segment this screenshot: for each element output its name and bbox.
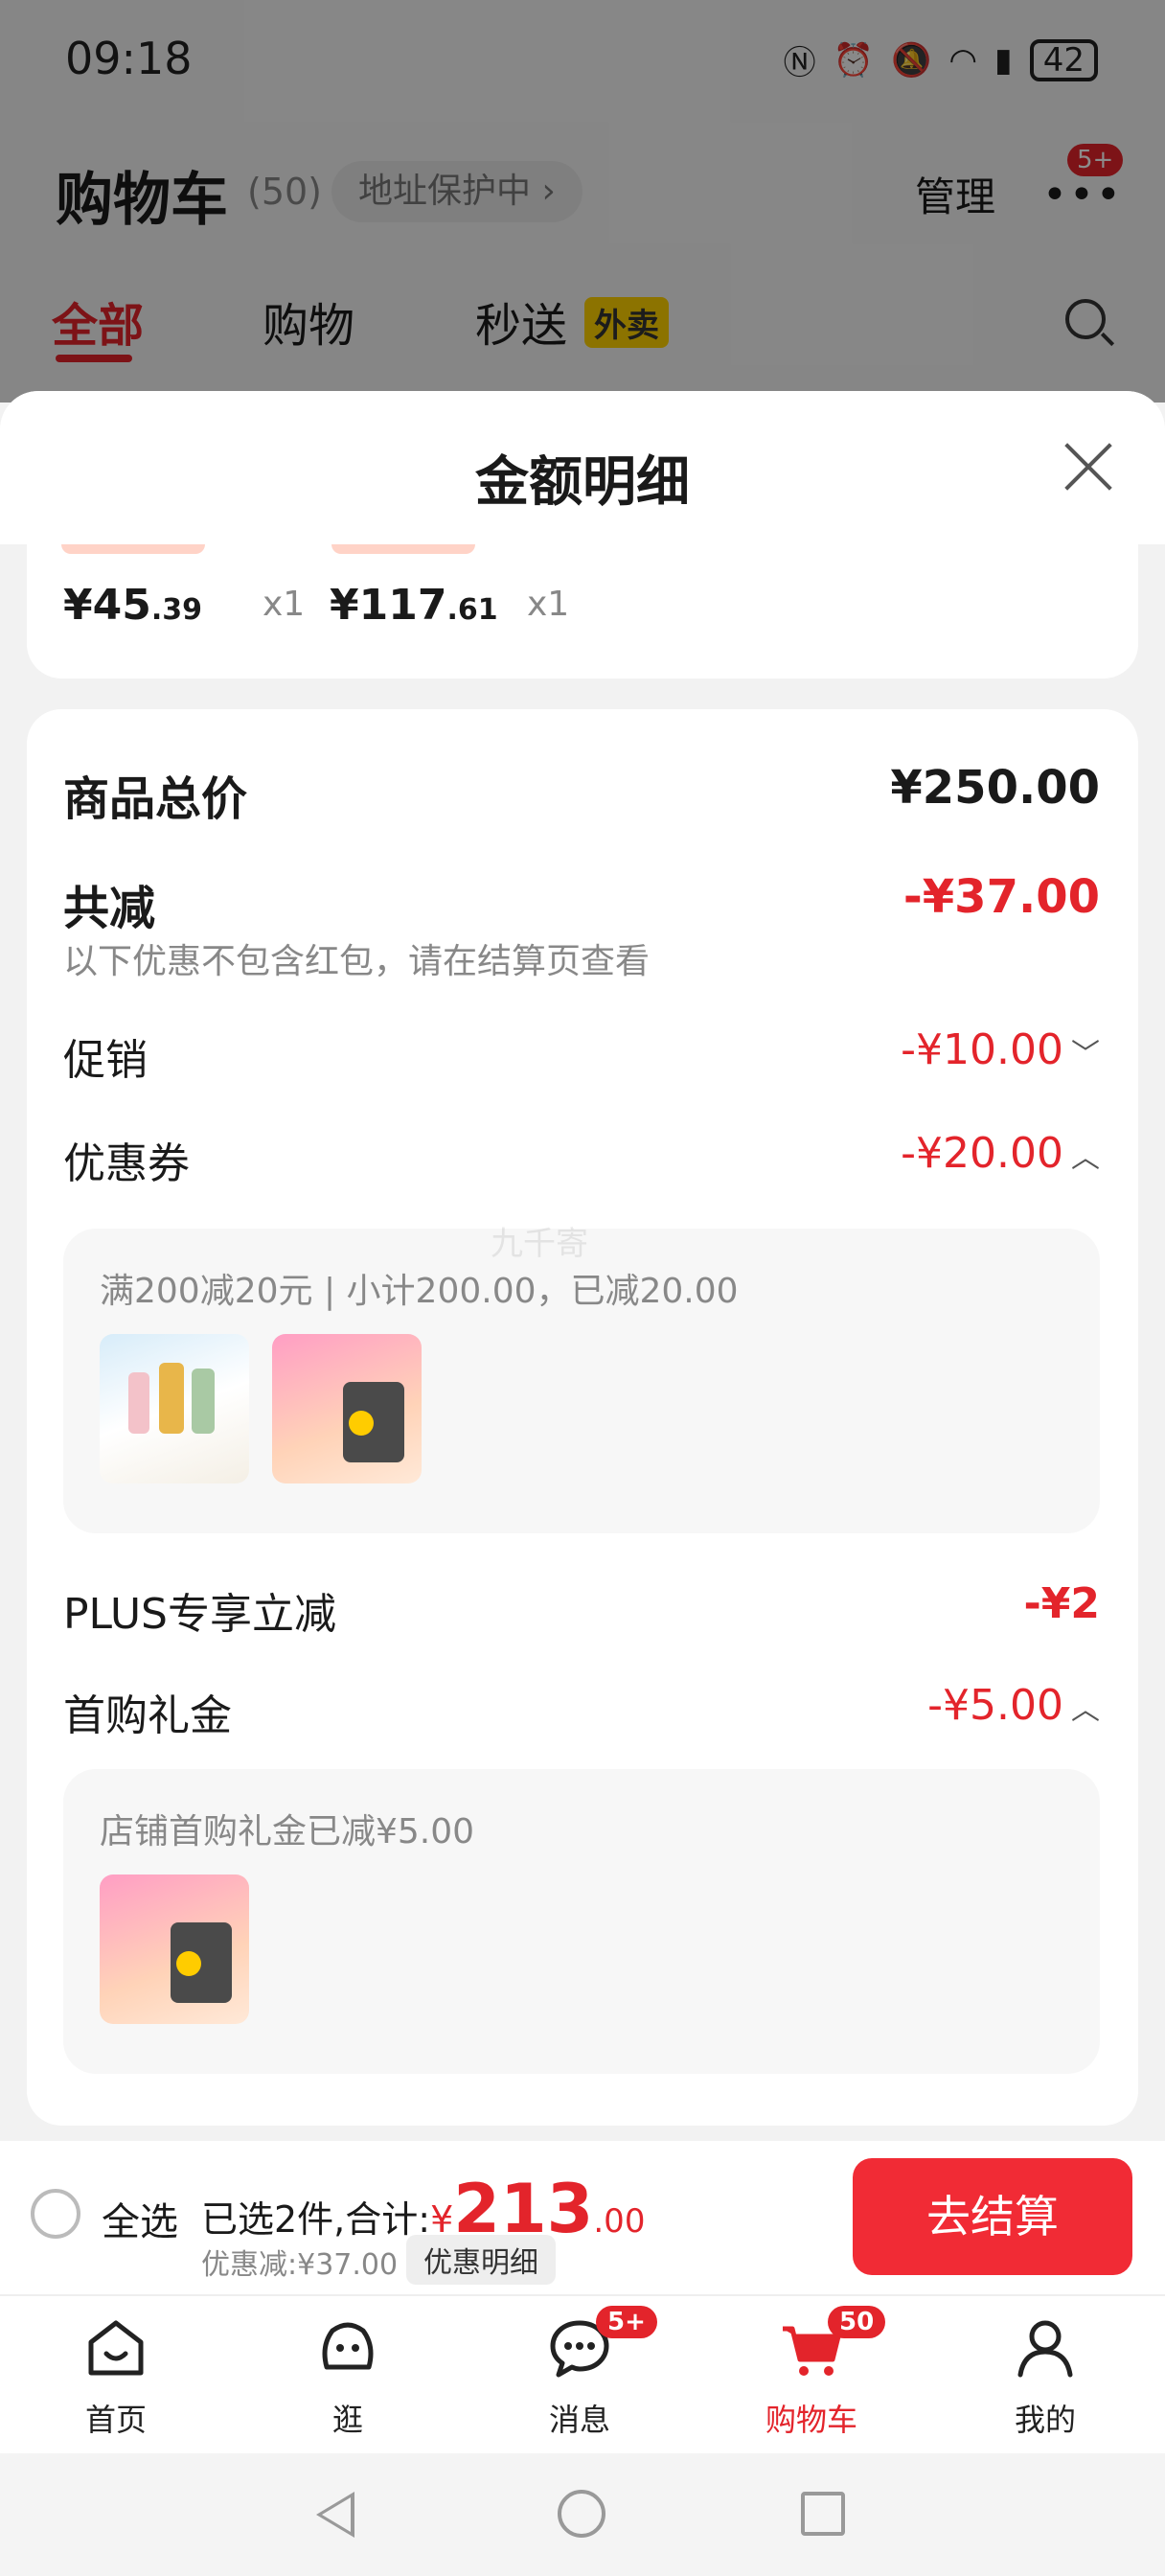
promo-label: 促销 xyxy=(63,1036,148,1085)
nav-profile[interactable]: 我的 xyxy=(973,2313,1117,2440)
home-icon xyxy=(88,2320,144,2376)
selected-items-card: ¥45.39 x1 ¥117.61 x1 xyxy=(27,544,1138,678)
gift-detail-box: 店铺首购礼金已减¥5.00 xyxy=(63,1769,1100,2074)
chevron-up-icon: ︿ xyxy=(1071,1141,1100,1175)
back-icon[interactable] xyxy=(316,2492,354,2538)
messages-badge: 5+ xyxy=(596,2306,657,2338)
bottle-shape xyxy=(192,1368,215,1434)
coupon-detail-box: 满200减20元 | 小计200.00，已减20.00 xyxy=(63,1229,1100,1533)
product-thumbnail-haircare[interactable] xyxy=(100,1334,249,1484)
reduce-row: 共减 -¥37.00 xyxy=(63,870,1100,937)
item-price: ¥117.61 xyxy=(330,581,498,630)
bottle-shape xyxy=(159,1363,184,1434)
item-thumb-peek xyxy=(61,544,205,554)
total-value: ¥250.00 xyxy=(890,761,1100,815)
item-price: ¥45.39 xyxy=(63,581,203,630)
nav-messages[interactable]: 5+ 消息 xyxy=(508,2306,657,2440)
cart-badge: 50 xyxy=(828,2306,886,2338)
recent-apps-icon[interactable] xyxy=(801,2492,845,2536)
oil-can-shape xyxy=(171,1922,232,2003)
close-icon[interactable] xyxy=(1062,439,1115,493)
system-navigation-bar xyxy=(0,2453,1165,2576)
gift-row[interactable]: 首购礼金 -¥5.00 ︿ xyxy=(63,1681,1100,1748)
sheet-header: 金额明细 xyxy=(0,391,1165,544)
browse-face-icon xyxy=(322,2322,374,2370)
gift-value: -¥5.00 ︿ xyxy=(927,1681,1100,1730)
plus-label: PLUS专享立减 xyxy=(63,1590,336,1639)
promo-row[interactable]: 促销 -¥10.00 ﹀ xyxy=(63,1025,1100,1092)
reduce-label: 共减 xyxy=(63,882,156,935)
nav-profile-label: 我的 xyxy=(1014,2402,1076,2438)
gift-label: 首购礼金 xyxy=(63,1691,232,1740)
coupon-value: -¥20.00 ︿ xyxy=(901,1129,1100,1178)
discount-detail-button[interactable]: 优惠明细 xyxy=(406,2235,556,2285)
discount-summary: 优惠减:¥37.00 xyxy=(201,2248,399,2282)
nav-cart[interactable]: 50 购物车 xyxy=(740,2306,886,2440)
bottle-shape xyxy=(128,1372,149,1434)
coupon-label: 优惠券 xyxy=(63,1139,190,1188)
chevron-up-icon: ︿ xyxy=(1071,1693,1100,1727)
plus-row: PLUS专享立减 -¥2 xyxy=(63,1579,1100,1646)
product-thumbnail-motor-oil[interactable] xyxy=(272,1334,422,1484)
oil-can-shape xyxy=(343,1382,404,1462)
coupon-row[interactable]: 优惠券 -¥20.00 ︿ xyxy=(63,1129,1100,1196)
modal-overlay[interactable] xyxy=(0,0,1165,402)
item-qty: x1 xyxy=(527,585,570,624)
select-all-label[interactable]: 全选 xyxy=(102,2191,178,2246)
reduce-value: -¥37.00 xyxy=(902,870,1100,924)
nav-cart-label: 购物车 xyxy=(765,2402,857,2438)
nav-home[interactable]: 首页 xyxy=(44,2313,188,2440)
sheet-title: 金额明细 xyxy=(475,451,690,514)
promo-value: -¥10.00 ﹀ xyxy=(901,1025,1100,1074)
product-thumbnail-motor-oil[interactable] xyxy=(100,1874,249,2024)
home-circle-icon[interactable] xyxy=(558,2490,605,2538)
item-qty: x1 xyxy=(263,585,306,624)
item-thumb-peek xyxy=(331,544,475,554)
checkout-button[interactable]: 去结算 xyxy=(853,2158,1132,2275)
plus-value: -¥2 xyxy=(1023,1579,1101,1628)
chevron-down-icon: ﹀ xyxy=(1071,1038,1100,1071)
coupon-detail-text: 满200减20元 | 小计200.00，已减20.00 xyxy=(100,1272,739,1311)
profile-icon xyxy=(1017,2320,1073,2378)
nav-browse[interactable]: 逛 xyxy=(276,2313,420,2440)
watermark-text: 九千寄 xyxy=(491,1225,588,1263)
bottom-nav: 首页 逛 5+ 消息 50 购物车 我的 xyxy=(0,2294,1165,2453)
nav-messages-label: 消息 xyxy=(548,2402,610,2438)
gift-detail-text: 店铺首购礼金已减¥5.00 xyxy=(100,1812,475,1852)
select-all-radio[interactable] xyxy=(31,2189,80,2239)
amount-detail-sheet: 金额明细 ¥45.39 x1 ¥117.61 x1 商品总价 ¥250.00 共… xyxy=(0,391,1165,2145)
total-label: 商品总价 xyxy=(63,772,248,826)
checkout-bar: 全选 已选2件,合计:¥213.00 优惠减:¥37.00 优惠明细 去结算 xyxy=(0,2141,1165,2294)
nav-home-label: 首页 xyxy=(84,2402,147,2438)
total-row: 商品总价 ¥250.00 xyxy=(63,761,1100,828)
nav-browse-label: 逛 xyxy=(331,2402,363,2438)
reduce-note: 以下优惠不包含红包，请在结算页查看 xyxy=(63,942,651,981)
amount-breakdown-card: 商品总价 ¥250.00 共减 -¥37.00 以下优惠不包含红包，请在结算页查… xyxy=(27,709,1138,2126)
